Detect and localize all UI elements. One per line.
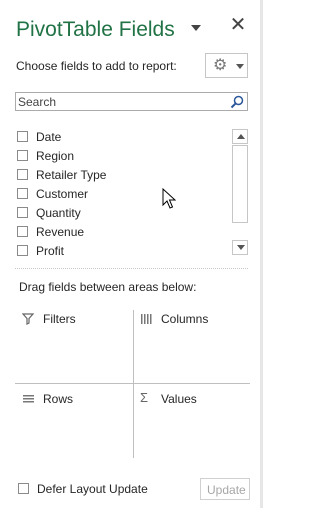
search-input[interactable] <box>18 94 228 109</box>
defer-layout-checkbox[interactable] <box>18 483 29 494</box>
pane-border <box>260 0 263 508</box>
columns-area[interactable]: Columns <box>140 310 250 370</box>
values-label: Values <box>161 392 197 406</box>
section-divider <box>15 268 248 269</box>
scroll-up-button[interactable] <box>232 129 248 144</box>
filters-label: Filters <box>43 312 76 326</box>
areas-vertical-divider <box>133 310 134 458</box>
field-label: Date <box>36 130 62 144</box>
field-checkbox[interactable] <box>17 150 28 161</box>
field-item-region[interactable]: Region <box>15 147 215 166</box>
field-label: Revenue <box>36 225 85 239</box>
sigma-icon: Σ <box>140 390 149 405</box>
scroll-down-button[interactable] <box>232 240 248 255</box>
columns-label: Columns <box>161 312 209 326</box>
pane-title: PivotTable Fields <box>16 18 175 41</box>
field-checkbox[interactable] <box>17 245 28 256</box>
field-item-retailer-type[interactable]: Retailer Type <box>15 166 215 185</box>
rows-label: Rows <box>43 392 74 406</box>
field-checkbox[interactable] <box>17 131 28 142</box>
field-list-scrollbar[interactable] <box>232 129 248 255</box>
update-button[interactable]: Update <box>200 478 250 500</box>
field-checkbox[interactable] <box>17 226 28 237</box>
gear-icon: ⚙ <box>213 57 228 74</box>
drag-fields-label: Drag fields between areas below: <box>19 280 197 294</box>
filter-icon <box>22 313 35 325</box>
rows-area[interactable]: Rows <box>22 390 122 450</box>
values-area[interactable]: Σ Values <box>140 390 250 450</box>
task-pane-options-dropdown[interactable] <box>189 20 203 34</box>
field-item-quantity[interactable]: Quantity <box>15 204 215 223</box>
field-list: Date Region Retailer Type Customer Quant… <box>15 124 248 259</box>
close-button[interactable]: ✕ <box>229 15 247 35</box>
field-label: Region <box>36 149 75 163</box>
chevron-down-icon <box>236 64 244 69</box>
field-label: Customer <box>36 187 89 201</box>
field-label: Profit <box>36 244 65 258</box>
scroll-thumb[interactable] <box>232 145 248 223</box>
rows-icon <box>23 395 34 403</box>
field-checkbox[interactable] <box>17 207 28 218</box>
field-item-customer[interactable]: Customer <box>15 185 215 204</box>
filters-area[interactable]: Filters <box>22 310 122 370</box>
field-checkbox[interactable] <box>17 169 28 180</box>
areas-horizontal-divider <box>15 383 250 384</box>
choose-fields-label: Choose fields to add to report: <box>16 59 177 73</box>
field-label: Quantity <box>36 206 81 220</box>
field-item-revenue[interactable]: Revenue <box>15 223 215 242</box>
defer-layout-label: Defer Layout Update <box>37 482 148 496</box>
field-checkbox[interactable] <box>17 188 28 199</box>
search-icon[interactable] <box>230 95 244 109</box>
pivottable-fields-pane: PivotTable Fields ✕ Choose fields to add… <box>0 0 260 508</box>
field-item-date[interactable]: Date <box>15 128 215 147</box>
columns-icon <box>141 314 152 324</box>
field-item-profit[interactable]: Profit <box>15 242 215 261</box>
tools-button[interactable]: ⚙ <box>205 53 248 78</box>
search-box <box>15 92 248 111</box>
defer-layout-update[interactable]: Defer Layout Update <box>16 480 186 498</box>
field-label: Retailer Type <box>36 168 107 182</box>
mouse-pointer-icon <box>162 188 176 209</box>
